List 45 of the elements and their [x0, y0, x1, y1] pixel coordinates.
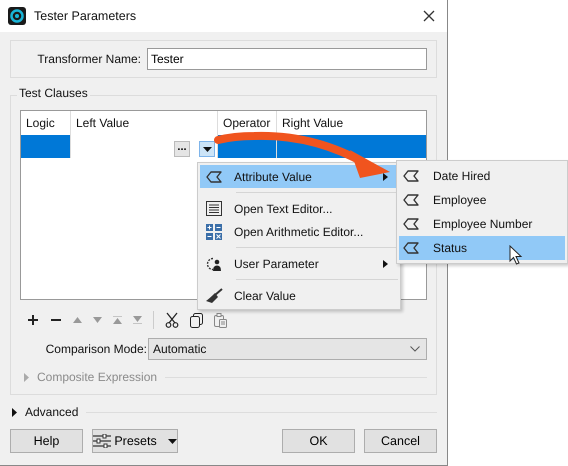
caret-icon	[202, 146, 212, 152]
dialog-button[interactable]: Help	[10, 429, 83, 453]
presets-button[interactable]: Presets	[92, 429, 178, 453]
menu-item[interactable]: Open Arithmetic Editor...	[200, 220, 398, 243]
app-icon	[8, 7, 26, 25]
transformer-name-field[interactable]: Tester	[147, 48, 427, 70]
tag-icon	[403, 218, 419, 230]
menu-item[interactable]: Clear Value	[200, 284, 398, 307]
window-title: Tester Parameters	[34, 9, 138, 23]
caret-icon	[168, 438, 177, 444]
field-label: Transformer Name:	[36, 52, 142, 66]
tag-icon	[403, 242, 419, 254]
advanced-toggle[interactable]: Advanced	[25, 405, 78, 419]
menu-item[interactable]: Date Hired	[399, 164, 565, 188]
cut-icon[interactable]	[165, 312, 179, 328]
menu-item[interactable]: Attribute Value	[200, 165, 398, 188]
broom-icon	[206, 288, 223, 303]
group-title: Test Clauses	[17, 86, 90, 100]
tag-icon	[403, 194, 419, 206]
mouse-cursor-icon	[509, 245, 523, 265]
dropdown-button[interactable]	[199, 141, 215, 157]
menu-item[interactable]: Employee	[399, 188, 565, 212]
menu-item[interactable]: User Parameter	[200, 252, 398, 275]
column-header: Right Value	[281, 115, 344, 132]
plus-icon[interactable]	[27, 314, 39, 326]
tag-icon	[403, 170, 419, 182]
tag-icon	[206, 170, 222, 182]
menu-item[interactable]: Status	[399, 236, 565, 260]
ellipsis-button[interactable]: ...	[174, 141, 190, 157]
dialog-button[interactable]: OK	[282, 429, 355, 453]
menu-item[interactable]: Open Text Editor...	[200, 197, 398, 220]
sliders-icon	[93, 434, 112, 448]
left-value-editor[interactable]: ...	[71, 135, 218, 158]
copy-icon[interactable]	[190, 312, 203, 328]
document-icon	[206, 201, 222, 216]
comparison-mode-dropdown[interactable]: Automatic	[148, 338, 427, 360]
paste-icon[interactable]	[214, 312, 227, 328]
calculator-icon	[206, 224, 222, 240]
close-icon[interactable]	[423, 10, 435, 22]
dialog-button[interactable]: Cancel	[364, 429, 437, 453]
expand-icon[interactable]	[12, 408, 17, 416]
gear-person-icon	[206, 256, 222, 272]
menu-item[interactable]: Employee Number	[399, 212, 565, 236]
chevron-icon	[410, 346, 420, 352]
field-label: Comparison Mode:	[44, 342, 148, 356]
